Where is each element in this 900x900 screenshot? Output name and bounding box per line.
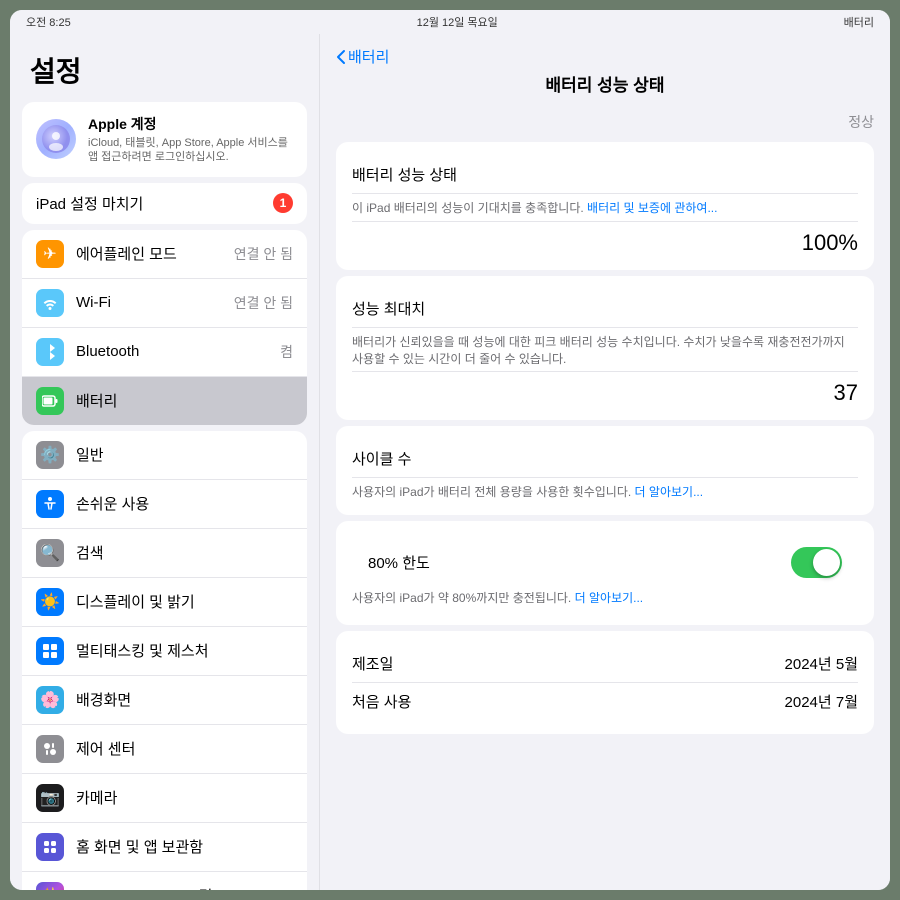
ipad-screen: 오전 8:25 12월 12일 목요일 배터리 설정 [10,10,890,890]
sidebar-item-display[interactable]: ☀️ 디스플레이 및 밝기 [22,578,307,627]
multitasking-icon [36,637,64,665]
battery-label: 배터리 [76,390,293,411]
toggle-80-row: 80% 한도 [352,535,858,590]
battery-health-row: 배터리 성능 상태 [352,156,858,194]
detail-nav: 배터리 [320,34,890,71]
connectivity-group: ✈ 에어플레인 모드 연결 안 됨 Wi-Fi 연결 안 됨 [22,230,307,425]
status-date: 12월 12일 목요일 [417,14,498,30]
toggle-thumb [813,549,840,576]
sidebar: 설정 [10,34,320,890]
status-time: 오전 8:25 [26,14,71,30]
firstuse-value: 2024년 7월 [785,691,858,712]
battery-health-desc: 이 iPad 배터리의 성능이 기대치를 충족합니다. 배터리 및 보증에 관하… [352,200,858,217]
toggle-80-switch[interactable] [791,547,842,578]
performance-value: 37 [834,380,858,405]
toggle-80-label: 80% 한도 [368,552,430,573]
bluetooth-icon [36,338,64,366]
sidebar-item-siri[interactable]: ✨ Apple Intelligence 및 Siri [22,872,307,890]
homescreen-label: 홈 화면 및 앱 보관함 [76,836,293,857]
wifi-label: Wi-Fi [76,294,222,311]
back-button[interactable]: 배터리 [336,46,389,67]
sidebar-item-multitasking[interactable]: 멀티태스킹 및 제스처 [22,627,307,676]
display-label: 디스플레이 및 밝기 [76,591,293,612]
controlcenter-icon [36,735,64,763]
search-label: 검색 [76,542,293,563]
homescreen-icon [36,833,64,861]
battery-percent-value: 100% [802,230,858,255]
apple-account-icon [36,119,76,159]
apple-account-name: Apple 계정 [88,114,293,134]
bluetooth-label: Bluetooth [76,343,268,360]
performance-card: 성능 최대치 배터리가 신뢰있을을 때 성능에 대한 피크 배터리 성능 수치입… [336,276,874,421]
sidebar-title: 설정 [10,42,319,96]
search-icon: 🔍 [36,539,64,567]
accessibility-icon [36,490,64,518]
setup-item[interactable]: iPad 설정 마치기 1 [22,183,307,224]
camera-label: 카메라 [76,787,293,808]
cycle-row: 사이클 수 [352,440,858,478]
toggle-80-desc: 사용자의 iPad가 약 80%까지만 충전됩니다. 더 알아보기... [352,590,858,611]
airplane-icon: ✈ [36,240,64,268]
sidebar-item-controlcenter[interactable]: 제어 센터 [22,725,307,774]
wallpaper-label: 배경화면 [76,689,293,710]
airplane-label: 에어플레인 모드 [76,243,222,264]
sidebar-item-wifi[interactable]: Wi-Fi 연결 안 됨 [22,279,307,328]
display-icon: ☀️ [36,588,64,616]
setup-banner[interactable]: iPad 설정 마치기 1 [22,183,307,224]
firstuse-row: 처음 사용 2024년 7월 [352,683,858,720]
cycle-label: 사이클 수 [352,448,411,469]
toggle-80-card: 80% 한도 사용자의 iPad가 약 80%까지만 충전됩니다. 더 알아보기… [336,521,874,625]
controlcenter-label: 제어 센터 [76,738,293,759]
siri-icon: ✨ [36,882,64,890]
accessibility-label: 손쉬운 사용 [76,493,293,514]
sidebar-item-wallpaper[interactable]: 🌸 배경화면 [22,676,307,725]
bluetooth-value: 켬 [280,342,293,362]
detail-title: 배터리 성능 상태 [320,71,890,108]
sidebar-item-airplane[interactable]: ✈ 에어플레인 모드 연결 안 됨 [22,230,307,279]
sidebar-item-homescreen[interactable]: 홈 화면 및 앱 보관함 [22,823,307,872]
sidebar-item-accessibility[interactable]: 손쉬운 사용 [22,480,307,529]
sidebar-item-battery[interactable]: 배터리 [22,377,307,425]
setup-badge: 1 [273,193,293,213]
general-group: ⚙️ 일반 손쉬운 사용 🔍 검색 [22,431,307,890]
cycle-card: 사이클 수 사용자의 iPad가 배터리 전체 용량을 사용한 횟수입니다. 더… [336,426,874,515]
performance-row: 성능 최대치 [352,290,858,328]
performance-desc: 배터리가 신뢰있을을 때 성능에 대한 피크 배터리 성능 수치입니다. 수치가… [352,334,858,368]
sidebar-item-search[interactable]: 🔍 검색 [22,529,307,578]
multitasking-label: 멀티태스킹 및 제스처 [76,640,293,661]
manufacture-row: 제조일 2024년 5월 [352,645,858,683]
camera-icon: 📷 [36,784,64,812]
battery-health-label: 배터리 성능 상태 [352,164,457,185]
detail-panel: 배터리 배터리 성능 상태 정상 배터리 성능 상태 이 iPad 배터리의 성… [320,34,890,890]
firstuse-label: 처음 사용 [352,691,411,712]
siri-label: Apple Intelligence 및 Siri [76,885,293,890]
performance-label: 성능 최대치 [352,298,425,319]
status-bar: 오전 8:25 12월 12일 목요일 배터리 [10,10,890,34]
manufacture-label: 제조일 [352,653,393,674]
status-battery: 배터리 [844,14,874,30]
apple-account-text: Apple 계정 iCloud, 태블릿, App Store, Apple 서… [88,114,293,165]
dates-card: 제조일 2024년 5월 처음 사용 2024년 7월 [336,631,874,734]
apple-account-item[interactable]: Apple 계정 iCloud, 태블릿, App Store, Apple 서… [22,102,307,177]
main-content: 설정 [10,34,890,890]
cycle-desc: 사용자의 iPad가 배터리 전체 용량을 사용한 횟수입니다. 더 알아보기.… [352,484,858,501]
manufacture-value: 2024년 5월 [785,653,858,674]
sidebar-item-bluetooth[interactable]: Bluetooth 켬 [22,328,307,377]
wifi-icon [36,289,64,317]
status-normal-label: 정상 [320,108,890,136]
battery-health-card: 배터리 성능 상태 이 iPad 배터리의 성능이 기대치를 충족합니다. 배터… [336,142,874,270]
battery-icon [36,387,64,415]
sidebar-item-general[interactable]: ⚙️ 일반 [22,431,307,480]
airplane-value: 연결 안 됨 [234,244,293,264]
setup-label: iPad 설정 마치기 [36,193,261,214]
general-label: 일반 [76,444,293,465]
sidebar-item-camera[interactable]: 📷 카메라 [22,774,307,823]
back-label: 배터리 [348,46,389,67]
wifi-value: 연결 안 됨 [234,293,293,313]
wallpaper-icon: 🌸 [36,686,64,714]
apple-account-desc: iCloud, 태블릿, App Store, Apple 서비스를 앱 접근하… [88,136,293,165]
general-icon: ⚙️ [36,441,64,469]
